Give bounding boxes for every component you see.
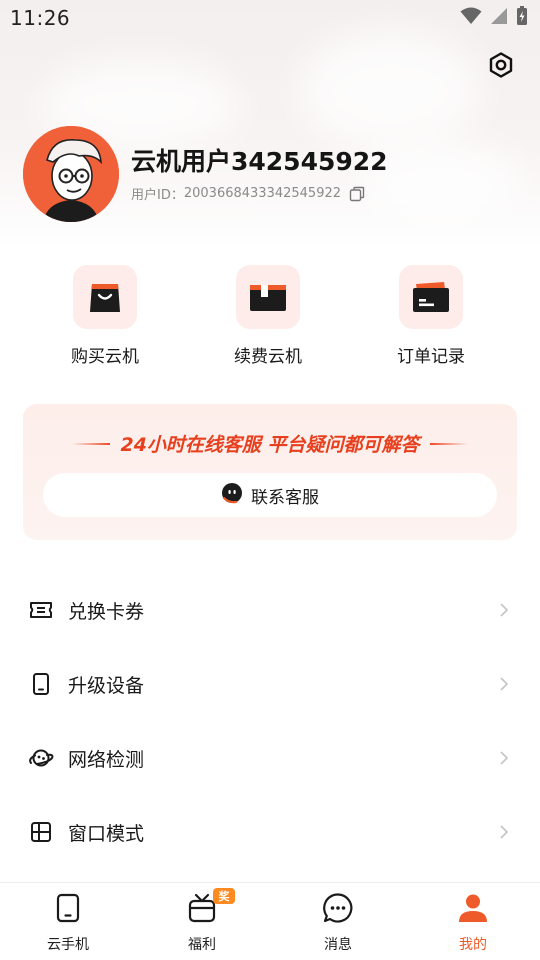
avatar-illustration [23,126,119,222]
status-time: 11:26 [10,6,71,30]
status-icons [460,6,528,30]
chevron-right-icon [498,823,510,841]
contact-support-button[interactable]: 联系客服 [43,473,497,517]
message-bubble-icon [321,891,355,925]
tab-label: 消息 [324,937,352,953]
planet-icon [28,745,54,771]
menu-item-upgrade-device[interactable]: 升级设备 [0,647,540,721]
renew-box-icon [236,265,300,329]
contact-support-label: 联系客服 [251,487,319,508]
menu-item-window-mode[interactable]: 窗口模式 [0,795,540,869]
menu-item-label: 网络检测 [68,748,145,771]
cell-signal-icon [490,7,508,29]
chat-bot-icon [221,482,243,508]
menu-item-network-test[interactable]: 网络检测 [0,721,540,795]
phone-device-icon [28,671,54,697]
support-headline: 24小时在线客服 平台疑问都可解答 [23,430,517,457]
status-bar: 11:26 [0,0,540,36]
profile-person-icon [456,891,490,925]
window-grid-icon [28,819,54,845]
shopping-bag-icon [73,265,137,329]
headline-divider [72,442,111,445]
order-card-icon [399,265,463,329]
user-id-value: 2003668433342545922 [183,186,342,201]
avatar[interactable] [23,126,119,222]
battery-charging-icon [516,6,528,30]
support-text: 24小时在线客服 平台疑问都可解答 [120,434,420,456]
renew-cloud-phone-button[interactable]: 续费云机 [208,265,328,367]
quick-action-label: 购买云机 [71,347,139,367]
phone-tab-icon [51,891,85,925]
reward-badge: 奖 [213,888,235,904]
order-records-button[interactable]: 订单记录 [371,265,491,367]
tab-benefits[interactable]: 奖 福利 [152,888,252,954]
settings-icon [487,51,515,83]
tab-label: 福利 [188,937,216,953]
tab-label: 云手机 [47,937,89,953]
tab-cloud-phone[interactable]: 云手机 [18,891,118,954]
user-id-label: 用户ID： [131,188,184,203]
bottom-tab-bar: 云手机 奖 福利 消息 我的 [0,882,540,960]
wifi-icon [460,7,482,29]
user-id-row: 用户ID： 2003668433342545922 [131,184,365,203]
menu-item-label: 兑换卡券 [68,600,145,623]
username: 云机用户342545922 [131,147,388,176]
copy-icon[interactable] [349,186,365,202]
menu-item-redeem-voucher[interactable]: 兑换卡券 [0,573,540,647]
settings-button[interactable] [484,50,518,84]
quick-actions: 购买云机 续费云机 订单记录 [0,265,540,375]
menu-item-label: 升级设备 [68,674,145,697]
quick-action-label: 续费云机 [234,347,302,367]
gift-tv-icon: 奖 [185,888,235,925]
chevron-right-icon [498,749,510,767]
headline-divider [429,442,468,445]
customer-service-card: 24小时在线客服 平台疑问都可解答 联系客服 [23,404,517,540]
tab-label: 我的 [459,937,487,953]
chevron-right-icon [498,675,510,693]
menu-item-label: 窗口模式 [68,822,145,845]
tab-messages[interactable]: 消息 [288,891,388,954]
ticket-icon [28,597,54,623]
chevron-right-icon [498,601,510,619]
quick-action-label: 订单记录 [397,347,465,367]
tab-profile[interactable]: 我的 [423,891,523,954]
buy-cloud-phone-button[interactable]: 购买云机 [45,265,165,367]
